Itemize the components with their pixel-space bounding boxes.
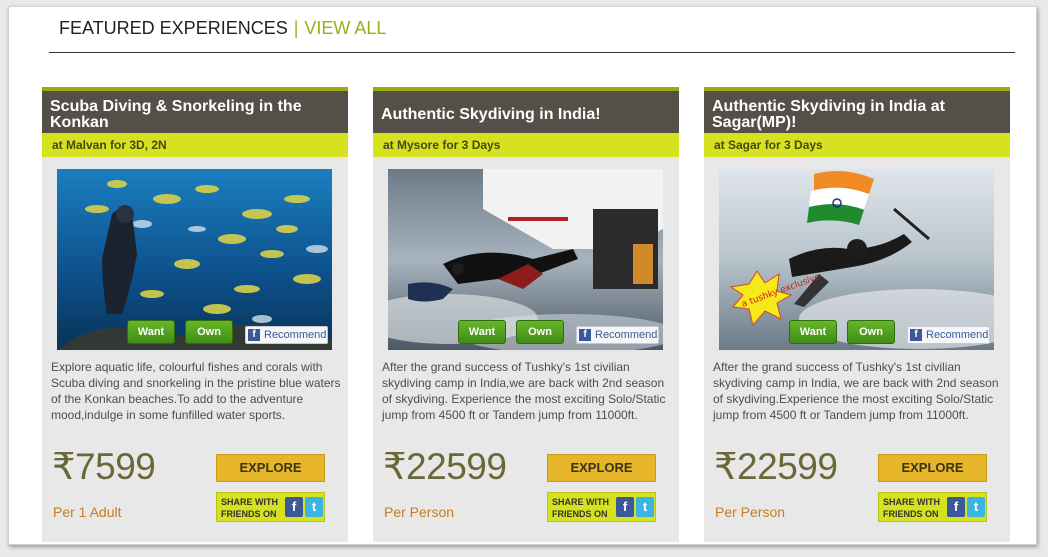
facebook-recommend-button[interactable]: f Recommend xyxy=(907,326,990,344)
twitter-share-icon[interactable]: t xyxy=(636,497,654,517)
share-box: SHARE WITH FRIENDS ON f t xyxy=(547,492,656,522)
card-description: Explore aquatic life, colourful fishes a… xyxy=(51,360,341,422)
facebook-share-icon[interactable]: f xyxy=(616,497,634,517)
price: ₹7599 xyxy=(52,446,156,487)
twitter-share-icon[interactable]: t xyxy=(305,497,323,517)
skydiving-flag-photo[interactable]: a tushky exclusive Want Own f Recommend xyxy=(719,169,994,350)
recommend-label: Recommend xyxy=(264,329,327,341)
experience-card: Authentic Skydiving in India at Sagar(MP… xyxy=(704,87,1010,542)
card-title[interactable]: Authentic Skydiving in India at Sagar(MP… xyxy=(704,91,1010,133)
facebook-icon: f xyxy=(910,329,922,341)
facebook-recommend-button[interactable]: f Recommend xyxy=(576,326,659,344)
featured-panel: FEATURED EXPERIENCES | VIEW ALL Scuba Divi… xyxy=(8,6,1037,545)
card-title[interactable]: Authentic Skydiving in India! xyxy=(373,91,679,133)
own-button[interactable]: Own xyxy=(185,320,233,344)
facebook-icon: f xyxy=(248,329,260,341)
card-location: at Mysore for 3 Days xyxy=(373,133,679,157)
explore-button[interactable]: EXPLORE xyxy=(216,454,325,482)
view-all-link[interactable]: VIEW ALL xyxy=(304,18,386,38)
explore-button[interactable]: EXPLORE xyxy=(547,454,656,482)
scuba-photo[interactable]: Want Own f Recommend xyxy=(57,169,332,350)
want-button[interactable]: Want xyxy=(458,320,506,344)
price: ₹22599 xyxy=(383,446,507,487)
facebook-icon: f xyxy=(579,329,591,341)
experience-card: Authentic Skydiving in India! at Mysore … xyxy=(373,87,679,542)
own-button[interactable]: Own xyxy=(516,320,564,344)
card-location: at Sagar for 3 Days xyxy=(704,133,1010,157)
share-box: SHARE WITH FRIENDS ON f t xyxy=(878,492,987,522)
recommend-label: Recommend xyxy=(926,329,989,341)
own-button[interactable]: Own xyxy=(847,320,895,344)
want-button[interactable]: Want xyxy=(789,320,837,344)
share-label: SHARE WITH FRIENDS ON xyxy=(883,497,940,519)
card-location: at Malvan for 3D, 2N xyxy=(42,133,348,157)
card-title[interactable]: Scuba Diving & Snorkeling in the Konkan xyxy=(42,91,348,133)
twitter-share-icon[interactable]: t xyxy=(967,497,985,517)
facebook-recommend-button[interactable]: f Recommend xyxy=(245,326,328,344)
recommend-label: Recommend xyxy=(595,329,658,341)
price: ₹22599 xyxy=(714,446,838,487)
price-unit: Per 1 Adult xyxy=(53,504,122,520)
card-description: After the grand success of Tushky's 1st … xyxy=(713,360,999,422)
facebook-share-icon[interactable]: f xyxy=(947,497,965,517)
section-title: FEATURED EXPERIENCES xyxy=(59,18,288,38)
share-label: SHARE WITH FRIENDS ON xyxy=(552,497,609,519)
explore-button[interactable]: EXPLORE xyxy=(878,454,987,482)
card-description: After the grand success of Tushky's 1st … xyxy=(382,360,666,422)
price-unit: Per Person xyxy=(384,504,455,520)
section-header: FEATURED EXPERIENCES | VIEW ALL xyxy=(49,17,1015,53)
facebook-share-icon[interactable]: f xyxy=(285,497,303,517)
price-unit: Per Person xyxy=(715,504,786,520)
want-button[interactable]: Want xyxy=(127,320,175,344)
share-box: SHARE WITH FRIENDS ON f t xyxy=(216,492,325,522)
experience-card: Scuba Diving & Snorkeling in the Konkan … xyxy=(42,87,348,542)
skydiving-photo[interactable]: Want Own f Recommend xyxy=(388,169,663,350)
header-separator: | xyxy=(293,18,299,38)
share-label: SHARE WITH FRIENDS ON xyxy=(221,497,278,519)
